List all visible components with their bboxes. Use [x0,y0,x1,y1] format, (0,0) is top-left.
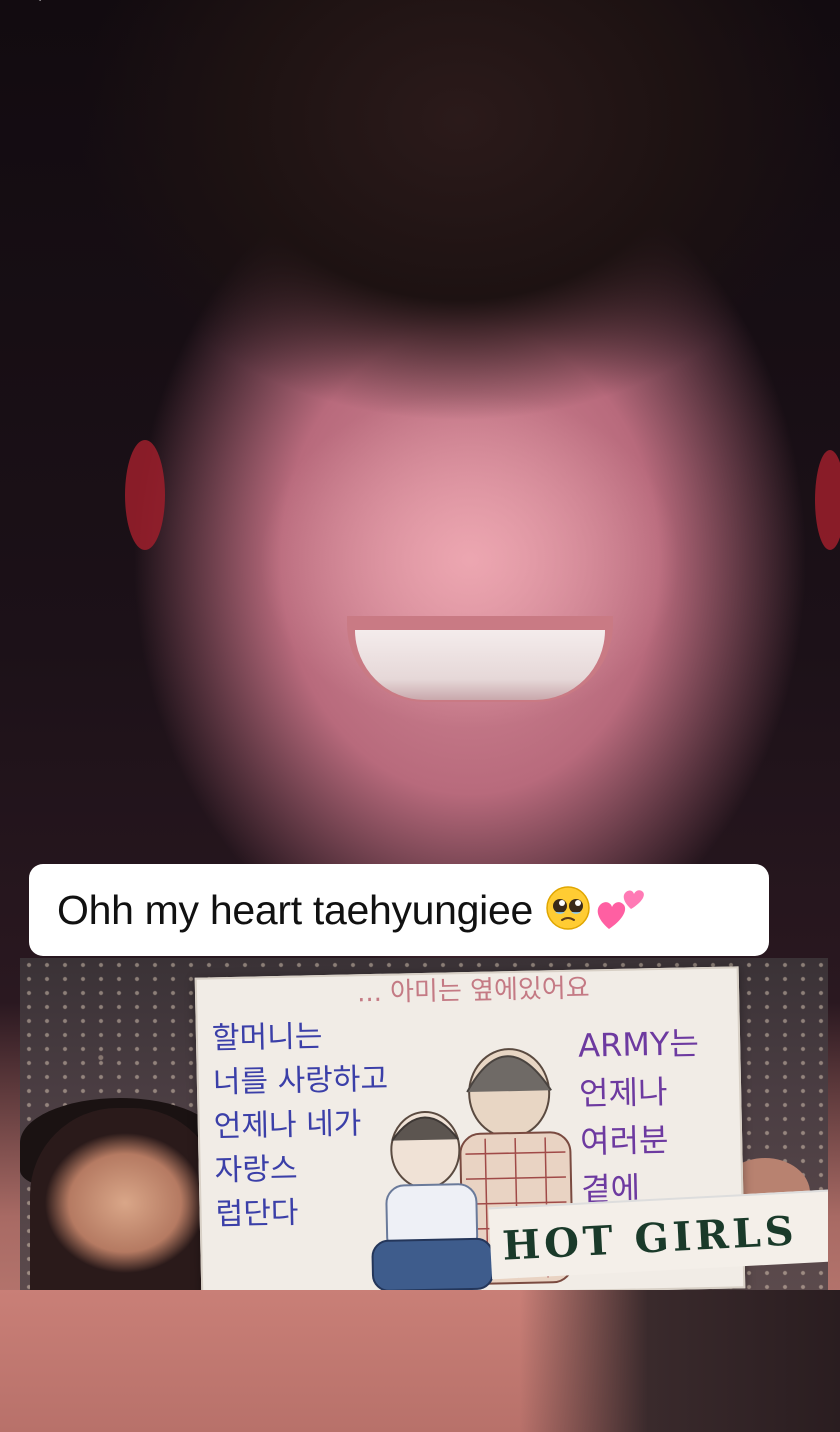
background-photo-earpiece-left [125,440,165,550]
poster-right-text: ARMY는 언제나 여러분 곁에 [577,1024,700,1209]
video-frame[interactable]: Ohh my heart taehyungiee ... 아미는 옆에있어요 할… [0,0,840,1432]
background-photo-collar [520,1290,840,1432]
caption-bubble: Ohh my heart taehyungiee [29,864,769,956]
poster-top-text: ... 아미는 옆에있어요 [356,973,591,1009]
caption-text: Ohh my heart taehyungiee [57,886,533,933]
background-photo-smile [355,630,605,700]
caption-emoji-group [545,883,647,938]
back-icon[interactable] [30,0,70,14]
background-photo-hair [80,0,840,430]
inset-photo: ... 아미는 옆에있어요 할머니는 너를 사랑하고 언제나 네가 자랑스 럽단… [20,958,828,1290]
pleading-face-icon [545,885,591,936]
inset-fan-face [30,1108,220,1290]
background-photo-earpiece-right [815,450,840,550]
banner-text: HOT GIRLS [501,1207,799,1270]
two-hearts-icon [595,883,647,938]
